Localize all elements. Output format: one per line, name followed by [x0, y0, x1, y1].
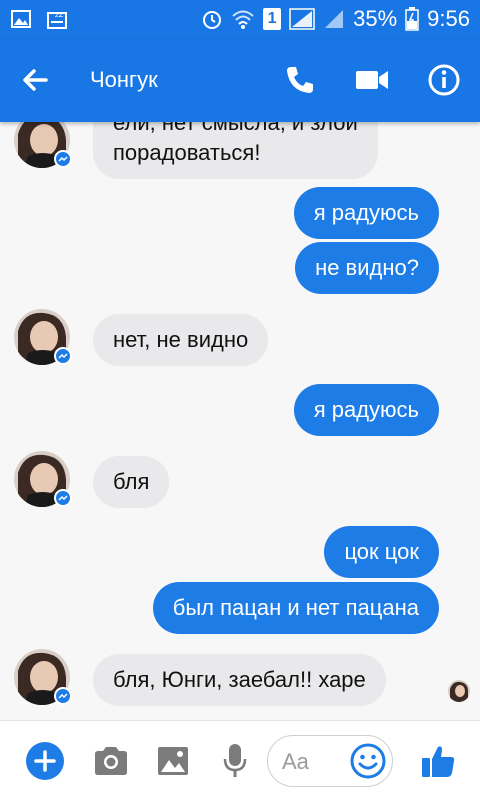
message-text: порадоваться! [113, 140, 261, 165]
message-text: не видно? [315, 255, 419, 280]
message-text-partial: ели, нет смысла, и злой [113, 122, 358, 135]
contact-name[interactable]: Чонгук [90, 67, 158, 93]
message-bubble-incoming[interactable]: нет, не видно [93, 314, 269, 366]
wifi-icon [232, 10, 254, 29]
call-button[interactable] [280, 60, 320, 100]
thumbs-up-icon [422, 746, 455, 777]
message-list[interactable]: ели, нет смысла, и злой порадоваться! я … [0, 122, 480, 720]
conversation-header: Чонгук [0, 40, 480, 122]
svg-text:zZ: zZ [55, 11, 64, 19]
alarm-icon [203, 11, 222, 29]
message-bubble-outgoing[interactable]: я радуюсь [293, 187, 439, 239]
message-bubble-outgoing[interactable]: не видно? [295, 242, 439, 294]
battery-percent: 35% [353, 6, 398, 31]
add-button[interactable] [25, 741, 65, 781]
message-composer: Aa [0, 720, 480, 800]
emoji-icon[interactable] [350, 743, 386, 779]
messenger-icon [54, 687, 72, 705]
image-icon [158, 747, 188, 775]
message-text: цок цок [344, 539, 419, 564]
messenger-icon [54, 489, 72, 507]
message-bubble-outgoing[interactable]: был пацан и нет пацана [152, 582, 439, 634]
camera-icon [95, 747, 127, 775]
message-text: я радуюсь [313, 397, 419, 422]
message-bubble-outgoing[interactable]: я радуюсь [293, 384, 439, 436]
info-icon [428, 64, 460, 96]
gallery-icon [11, 10, 31, 28]
back-arrow-icon[interactable] [18, 62, 54, 98]
add-icon [26, 742, 64, 780]
voice-button[interactable] [215, 741, 255, 781]
message-bubble-incoming[interactable]: бля [93, 456, 170, 508]
sim-slot-badge: 1 [263, 8, 282, 30]
message-text: бля, Юнги, заебал!! харе [113, 667, 366, 692]
info-button[interactable] [424, 60, 464, 100]
signal-icon [289, 8, 315, 30]
message-input[interactable]: Aa [267, 735, 393, 787]
video-camera-icon [356, 71, 388, 89]
message-bubble-incoming[interactable]: ели, нет смысла, и злой порадоваться! [93, 122, 378, 179]
like-button[interactable] [418, 741, 458, 781]
messenger-icon [54, 347, 72, 365]
video-call-button[interactable] [352, 60, 392, 100]
message-bubble-incoming[interactable]: бля, Юнги, заебал!! харе [93, 654, 386, 706]
message-input-placeholder: Aa [282, 749, 309, 774]
camera-button[interactable] [91, 741, 131, 781]
phone-icon [287, 67, 313, 93]
message-text: бля [113, 469, 150, 494]
clock: 9:56 [427, 6, 470, 31]
message-text: я радуюсь [313, 200, 419, 225]
battery-icon [405, 7, 419, 31]
messenger-icon [54, 150, 72, 168]
seen-receipt-avatar [448, 680, 470, 702]
signal-icon-2 [325, 10, 344, 28]
status-bar: zZ 1 35% 9:56 [0, 0, 480, 40]
message-text: был пацан и нет пацана [172, 595, 419, 620]
gallery-button[interactable] [153, 741, 193, 781]
sleep-icon: zZ [47, 11, 67, 29]
message-bubble-outgoing[interactable]: цок цок [324, 526, 439, 578]
microphone-icon [223, 744, 247, 777]
message-text: нет, не видно [113, 327, 249, 352]
